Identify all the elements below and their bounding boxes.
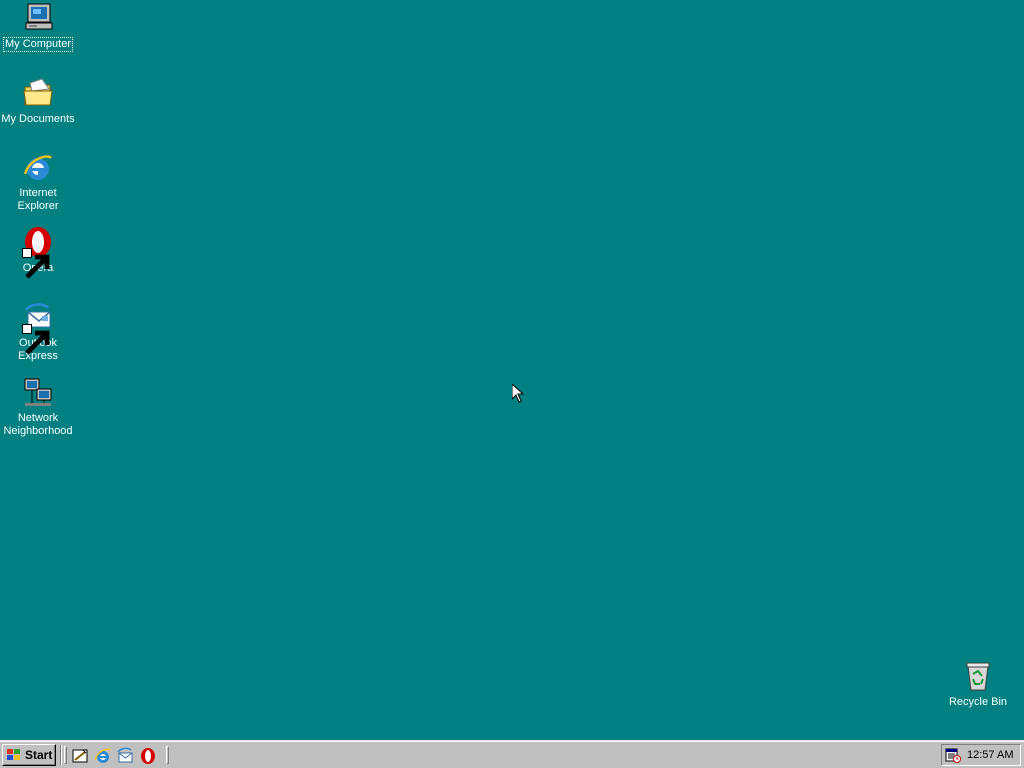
desktop-icon-label: Network Neighborhood [3,412,73,437]
desktop-icon-internet-explorer[interactable]: Internet Explorer [0,152,76,214]
taskbar-separator [60,745,62,765]
network-icon [22,377,54,409]
start-label: Start [25,748,53,762]
desktop-icon-my-computer[interactable]: My Computer [0,2,76,52]
opera-icon [141,748,155,764]
outlook-express-icon [22,302,54,355]
quick-launch-grip[interactable] [64,746,67,764]
desktop-icon-label: Internet Explorer [17,187,59,212]
quick-launch-opera[interactable] [139,747,157,765]
desktop[interactable]: My Computer My Documents Internet Explore… [0,0,1024,740]
desktop-icon-outlook-express[interactable]: Outlook Express [0,302,76,364]
show-desktop-icon [72,749,88,763]
shortcut-arrow-icon [22,324,50,355]
scheduler-icon [945,748,961,763]
quick-launch-show-desktop[interactable] [71,747,89,765]
quick-launch-outlook-express[interactable] [116,747,134,765]
desktop-icon-opera[interactable]: Opera [0,226,76,279]
shortcut-arrow-icon [22,248,50,279]
quick-launch-internet-explorer[interactable] [94,747,112,765]
start-button[interactable]: Start [2,744,56,766]
folder-icon [22,77,54,109]
desktop-icon-label: My Documents [1,113,75,125]
clock[interactable]: 12:57 AM [967,749,1013,761]
system-tray: 12:57 AM [941,744,1021,766]
tray-scheduler[interactable] [945,747,961,763]
desktop-icon-label: My Computer [2,37,74,52]
desktop-icon-network-neighborhood[interactable]: Network Neighborhood [0,377,76,439]
mouse-pointer-icon [512,384,524,403]
desktop-icon-label: Recycle Bin [948,696,1008,708]
outlook-express-icon [117,747,133,763]
desktop-icon-recycle-bin[interactable]: Recycle Bin [940,660,1016,710]
windows-logo-icon [7,749,20,760]
desktop-icon-my-documents[interactable]: My Documents [0,77,76,127]
internet-explorer-icon [22,152,54,184]
internet-explorer-icon [94,748,112,763]
computer-icon [22,2,54,34]
opera-icon [22,226,54,279]
taskbar: Start 12:57 AM [0,740,1024,768]
recycle-bin-icon [962,660,994,692]
taskbar-grip[interactable] [166,746,169,764]
